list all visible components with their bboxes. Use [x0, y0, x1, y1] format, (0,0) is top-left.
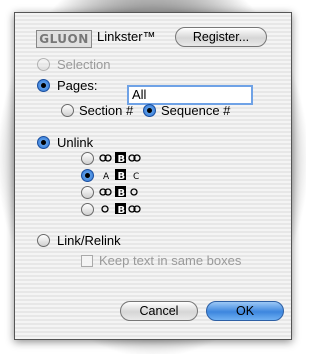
keep-text-checkbox[interactable] — [81, 255, 93, 267]
gluon-logo: GLUON — [36, 30, 92, 48]
svg-text:B: B — [118, 171, 126, 180]
register-button[interactable]: Register... — [175, 27, 267, 47]
pages-label: Pages: — [57, 78, 98, 93]
svg-text:B: B — [118, 188, 126, 197]
cancel-button[interactable]: Cancel — [120, 301, 198, 321]
svg-text:C: C — [133, 172, 139, 180]
svg-text:B: B — [118, 205, 126, 214]
link-relink-label: Link/Relink — [57, 233, 121, 248]
svg-text:A: A — [103, 172, 110, 180]
chain-left-icon: B — [99, 186, 138, 197]
chain-right-icon: B — [101, 203, 141, 214]
unlink-label: Unlink — [57, 135, 94, 150]
section-label: Section # — [79, 103, 134, 118]
sequence-radio[interactable] — [143, 104, 156, 117]
separate-boxes-icon: A B C — [103, 169, 139, 180]
unlink-radio[interactable] — [37, 136, 50, 149]
ok-button[interactable]: OK — [206, 301, 284, 321]
unlink-option-3-radio[interactable] — [81, 186, 94, 199]
sequence-label: Sequence # — [161, 103, 231, 118]
section-radio[interactable] — [61, 104, 74, 117]
unlink-option-2-radio[interactable] — [81, 169, 94, 182]
keep-text-label: Keep text in same boxes — [99, 253, 242, 268]
linkster-dialog: GLUON Linkster™ Register... Selection Pa… — [14, 12, 292, 340]
selection-radio[interactable] — [37, 58, 50, 71]
pages-radio[interactable] — [37, 79, 50, 92]
svg-text:B: B — [118, 154, 126, 163]
selection-label: Selection — [57, 57, 111, 72]
unlink-option-4-radio[interactable] — [81, 203, 94, 216]
pages-input[interactable]: All — [127, 85, 253, 105]
unlink-option-1-radio[interactable] — [81, 152, 94, 165]
app-title: Linkster™ — [97, 29, 156, 44]
link-relink-radio[interactable] — [37, 234, 50, 247]
chain-both-icon: B — [99, 152, 141, 163]
